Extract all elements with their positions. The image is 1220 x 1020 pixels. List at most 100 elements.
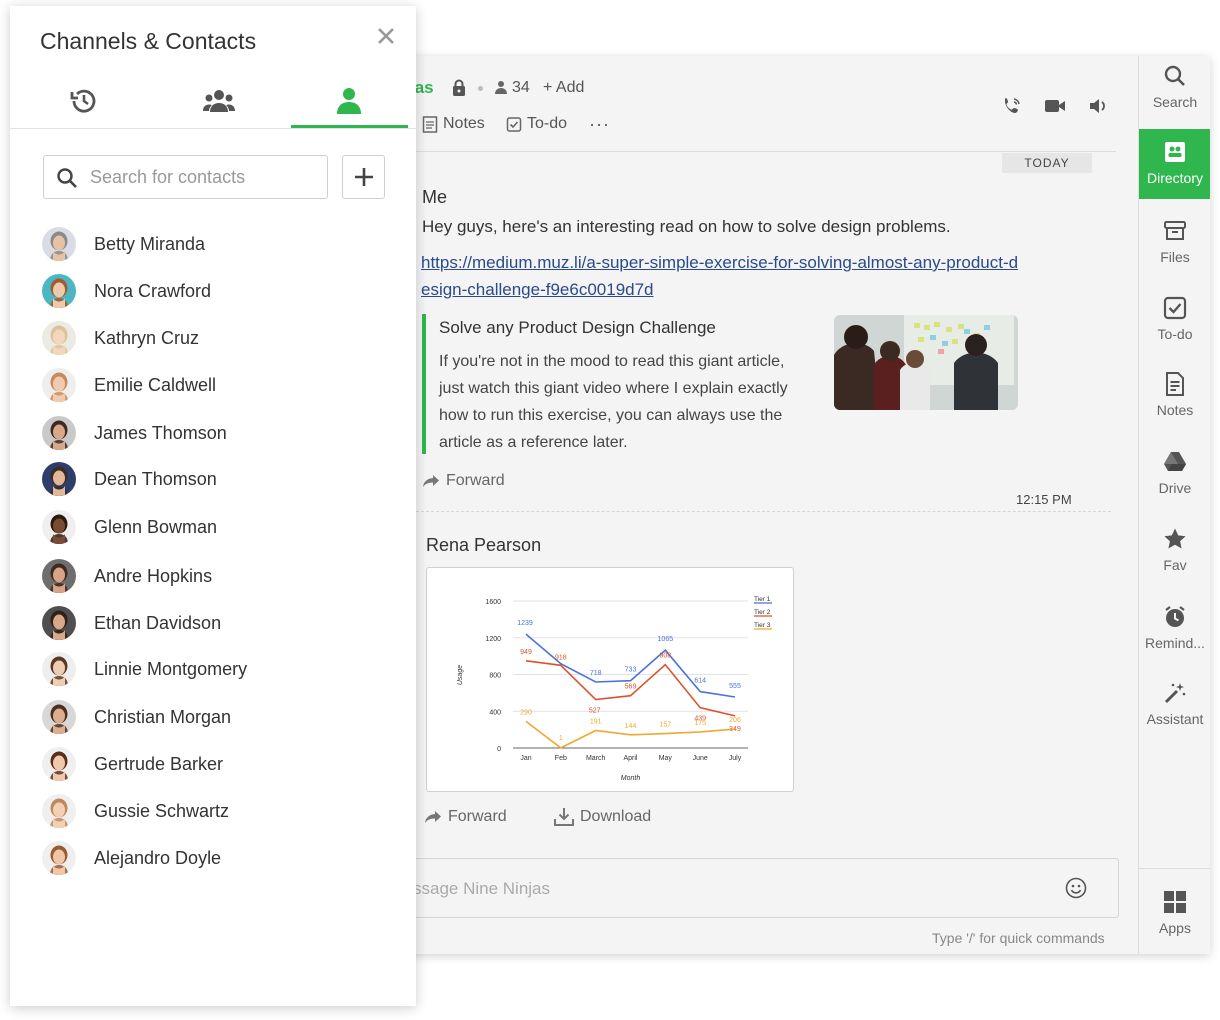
message-input[interactable]: ssage Nine Ninjas (413, 879, 550, 899)
video-camera-icon[interactable] (1044, 96, 1066, 116)
contact-item[interactable]: Betty Miranda (42, 224, 402, 264)
rail-item-todo[interactable]: To-do (1139, 296, 1210, 342)
contact-item[interactable]: Christian Morgan (42, 697, 402, 737)
app-stage: jas 34 + Add Notes To-do ··· TODAY Me He… (0, 0, 1220, 1020)
contact-item[interactable]: James Thomson (42, 413, 402, 453)
rail-label: Fav (1163, 557, 1187, 573)
contact-item[interactable]: Dean Thomson (42, 459, 402, 499)
data-label: 144 (625, 723, 637, 730)
rail-label: Apps (1159, 920, 1191, 936)
contact-name: Alejandro Doyle (94, 847, 222, 868)
tab-todo[interactable]: To-do (506, 115, 567, 133)
y-tick-label: 400 (489, 709, 501, 716)
archive-box-icon (1164, 221, 1186, 240)
contact-item[interactable]: Alejandro Doyle (42, 838, 402, 878)
data-label: 206 (729, 717, 741, 724)
close-icon[interactable] (376, 26, 396, 46)
usage-line-chart: 0 400 800 1200 1600 Jan Feb March April May June Ju… (457, 596, 772, 782)
x-tick-label: Feb (555, 755, 567, 762)
rail-item-files[interactable]: Files (1139, 219, 1210, 265)
tab-groups[interactable] (199, 86, 239, 116)
rail-label: Drive (1158, 480, 1192, 496)
data-label: 1065 (658, 636, 674, 643)
link-preview-title[interactable]: Solve any Product Design Challenge (439, 318, 716, 338)
lock-icon (453, 79, 465, 96)
checkbox-icon (1163, 296, 1187, 320)
y-tick-label: 800 (489, 673, 501, 680)
emoji-icon[interactable] (1065, 877, 1087, 899)
contact-item[interactable]: Gertrude Barker (42, 744, 402, 784)
contact-item[interactable]: Linnie Montgomery (42, 649, 402, 689)
data-label: 290 (520, 709, 532, 716)
contact-item[interactable]: Nora Crawford (42, 271, 402, 311)
rail-item-fav[interactable]: Fav (1139, 527, 1210, 573)
contact-name: Kathryn Cruz (94, 327, 200, 348)
more-options-icon[interactable]: ··· (589, 114, 610, 135)
rail-item-directory[interactable]: Directory (1139, 129, 1210, 199)
contact-item[interactable]: Andre Hopkins (42, 556, 402, 596)
chat-window: jas 34 + Add Notes To-do ··· TODAY Me He… (318, 56, 1210, 954)
add-member-link[interactable]: + Add (543, 79, 584, 97)
contact-item[interactable]: Kathryn Cruz (42, 318, 402, 358)
link-preview-thumbnail[interactable] (834, 315, 1018, 410)
contact-name: Nora Crawford (94, 280, 212, 301)
forward-icon (423, 475, 439, 487)
contact-name: Emilie Caldwell (94, 374, 217, 395)
search-box (43, 155, 328, 199)
contact-item[interactable]: Gussie Schwartz (42, 791, 402, 831)
speaker-icon[interactable] (1088, 96, 1110, 116)
chart-attachment[interactable]: 0 400 800 1200 1600 Jan Feb March April May June Ju… (426, 567, 794, 792)
members-count[interactable]: 34 (512, 79, 530, 97)
avatar (42, 462, 76, 496)
x-tick-label: March (586, 755, 606, 762)
forward-label: Forward (448, 808, 507, 825)
x-tick-label: April (623, 755, 637, 762)
right-rail: Search Directory Files To-do Notes Drive (1138, 56, 1210, 954)
rail-item-assistant[interactable]: Assistant (1139, 681, 1210, 727)
data-label: 949 (520, 649, 532, 656)
notes-icon (1166, 372, 1184, 396)
people-whiteboard-image (834, 315, 1018, 410)
add-contact-button[interactable] (342, 155, 385, 199)
rail-item-notes[interactable]: Notes (1139, 372, 1210, 418)
contact-item[interactable]: Glenn Bowman (42, 507, 402, 547)
phone-icon[interactable] (1002, 96, 1024, 116)
data-label: 157 (659, 722, 671, 729)
contact-item[interactable]: Ethan Davidson (42, 603, 402, 643)
avatar (42, 510, 76, 544)
rail-item-apps[interactable]: Apps (1139, 890, 1210, 936)
header-divider (416, 151, 1116, 152)
search-icon (57, 168, 77, 188)
rail-item-search[interactable]: Search (1139, 64, 1210, 110)
download-button[interactable]: Download (554, 807, 651, 826)
checkbox-icon (506, 116, 522, 132)
data-label: 175 (694, 720, 706, 727)
contact-item[interactable]: Emilie Caldwell (42, 365, 402, 405)
rail-item-remind[interactable]: Remind... (1139, 605, 1210, 651)
data-label: 527 (589, 708, 601, 715)
forward-button[interactable]: Forward (424, 808, 507, 826)
history-icon (70, 89, 96, 113)
data-label: 614 (694, 678, 706, 685)
download-label: Download (580, 807, 652, 825)
avatar (42, 841, 76, 875)
forward-button[interactable]: Forward (422, 472, 505, 490)
data-label: 191 (590, 718, 602, 725)
data-label: 555 (729, 683, 741, 690)
message-sender[interactable]: Me (422, 187, 447, 208)
rail-label: Assistant (1146, 711, 1204, 727)
contact-name: Andre Hopkins (94, 565, 213, 586)
apps-grid-icon (1164, 891, 1186, 913)
rail-label: Remind... (1145, 635, 1205, 651)
tab-contacts[interactable] (329, 86, 369, 116)
message-sender[interactable]: Rena Pearson (426, 535, 541, 556)
alarm-clock-icon (1165, 606, 1185, 627)
contact-name: Dean Thomson (94, 468, 217, 489)
rail-item-drive[interactable]: Drive (1139, 450, 1210, 496)
tab-notes[interactable]: Notes (422, 115, 485, 133)
message-link[interactable]: https://medium.muz.li/a-super-simple-exe… (421, 249, 1021, 303)
search-icon (1164, 65, 1185, 86)
tab-recent[interactable] (63, 86, 103, 116)
search-input[interactable] (90, 166, 320, 188)
contact-name: Linnie Montgomery (94, 658, 248, 679)
